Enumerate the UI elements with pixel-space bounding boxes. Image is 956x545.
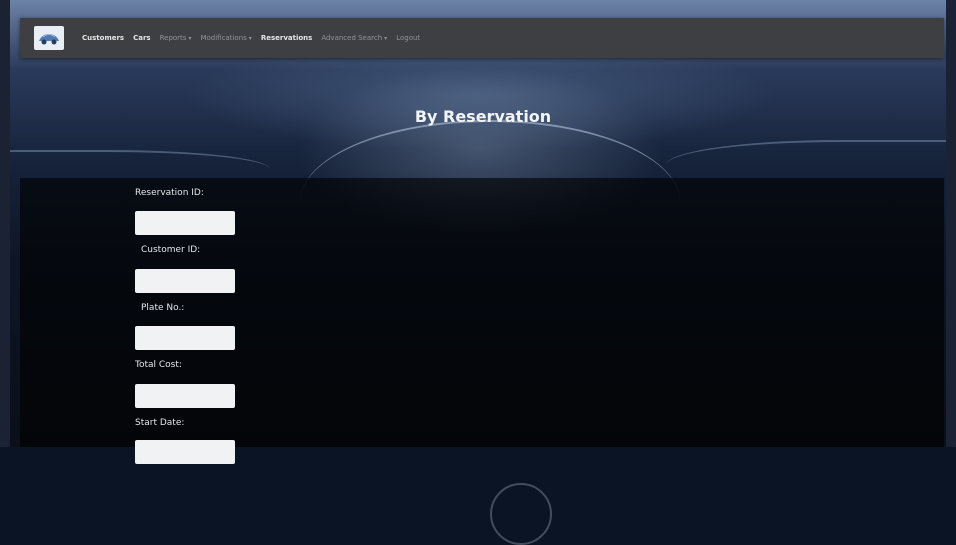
- search-form-panel: Reservation ID: Customer ID: Plate No.: …: [20, 178, 944, 545]
- nav-customers[interactable]: Customers: [82, 34, 124, 42]
- chevron-down-icon: ▾: [188, 35, 192, 42]
- reservation-id-input[interactable]: [135, 211, 235, 235]
- page-title: By Reservation: [414, 107, 552, 126]
- right-frame: [946, 0, 956, 447]
- nav-cars[interactable]: Cars: [133, 34, 150, 42]
- total-cost-label: Total Cost:: [135, 360, 182, 370]
- nav-reports-label: Reports: [159, 34, 187, 42]
- plate-no-input[interactable]: [135, 326, 235, 350]
- mercedes-emblem: [490, 483, 552, 545]
- nav-modifications[interactable]: Modifications ▾: [200, 34, 251, 42]
- start-date-input[interactable]: [135, 440, 235, 464]
- brand-logo[interactable]: [34, 26, 64, 50]
- start-date-label: Start Date:: [135, 418, 185, 428]
- car-logo-icon: [39, 34, 59, 45]
- nav-reports[interactable]: Reports ▾: [160, 34, 192, 42]
- customer-id-label: Customer ID:: [141, 245, 201, 255]
- plate-no-label: Plate No.:: [141, 303, 185, 313]
- nav-reservations[interactable]: Reservations: [261, 34, 313, 42]
- chevron-down-icon: ▾: [384, 35, 388, 42]
- chevron-down-icon: ▾: [248, 35, 252, 42]
- left-frame: [0, 0, 10, 447]
- total-cost-input[interactable]: [135, 384, 235, 408]
- nav-modifications-label: Modifications: [200, 34, 247, 42]
- navbar: Customers Cars Reports ▾ Modifications ▾ R…: [20, 18, 944, 58]
- nav-logout[interactable]: Logout: [396, 34, 420, 42]
- nav-advanced-search[interactable]: Advanced Search ▾: [321, 34, 387, 42]
- customer-id-input[interactable]: [135, 269, 235, 293]
- reservation-id-label: Reservation ID:: [135, 188, 204, 198]
- nav-advanced-search-label: Advanced Search: [321, 34, 383, 42]
